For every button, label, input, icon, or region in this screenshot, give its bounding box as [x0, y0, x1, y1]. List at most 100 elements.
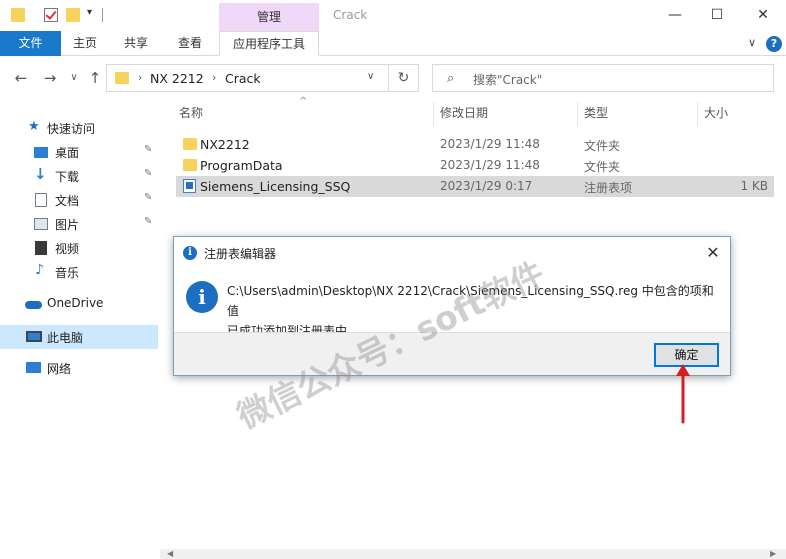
dialog-title: 注册表编辑器 — [204, 247, 277, 261]
folder-icon — [183, 159, 197, 171]
pc-icon — [26, 331, 42, 342]
address-bar[interactable]: › NX 2212 › Crack ∨ — [106, 64, 389, 92]
column-header-size[interactable]: 大小 — [704, 104, 728, 126]
annotation-arrow-icon — [676, 364, 690, 424]
pin-icon[interactable]: ✎ — [144, 144, 152, 155]
pin-icon[interactable]: ✎ — [144, 168, 152, 179]
sidebar-item-downloads[interactable]: ↓ 下载 ✎ — [0, 164, 158, 188]
tab-file[interactable]: 文件 — [0, 31, 61, 56]
folder-icon — [183, 138, 197, 150]
scroll-left-icon[interactable]: ◀ — [167, 549, 173, 558]
file-name: Siemens_Licensing_SSQ — [200, 179, 351, 194]
file-date: 2023/1/29 11:48 — [440, 137, 540, 151]
up-button[interactable]: ↑ — [86, 68, 104, 88]
maximize-button[interactable]: ☐ — [702, 4, 732, 26]
sort-ascending-icon: ^ — [299, 96, 308, 107]
forward-button[interactable]: → — [41, 68, 59, 88]
sidebar-item-documents[interactable]: 文档 ✎ — [0, 188, 158, 212]
dialog-title-bar[interactable]: i 注册表编辑器 ✕ — [174, 237, 730, 269]
file-name: ProgramData — [200, 158, 283, 173]
search-placeholder: 搜索"Crack" — [473, 73, 543, 87]
folder-icon — [115, 72, 129, 84]
sidebar-item-this-pc[interactable]: 此电脑 — [0, 325, 158, 349]
title-bar: ▾ 管理 Crack — ☐ ✕ — [0, 0, 786, 31]
file-row[interactable]: NX2212 2023/1/29 11:48 文件夹 — [176, 134, 774, 155]
sidebar-item-quick-access[interactable]: ★ 快速访问 — [0, 116, 158, 140]
sidebar-item-label: 快速访问 — [47, 122, 96, 136]
star-icon: ★ — [28, 119, 40, 134]
sidebar-item-network[interactable]: 网络 — [0, 356, 158, 380]
dialog-close-button[interactable]: ✕ — [700, 240, 726, 266]
info-icon: i — [186, 281, 218, 313]
search-icon: ⌕ — [447, 71, 455, 86]
column-header-name[interactable]: 名称 — [179, 104, 203, 126]
sidebar-item-label: 文档 — [55, 194, 80, 208]
sidebar-item-label: 视频 — [55, 242, 80, 256]
help-icon[interactable]: ? — [766, 36, 782, 52]
folder-icon[interactable] — [11, 8, 25, 22]
expand-ribbon-icon[interactable]: ∨ — [748, 36, 756, 49]
file-date: 2023/1/29 0:17 — [440, 179, 533, 193]
sidebar-item-label: 此电脑 — [47, 331, 84, 345]
new-folder-icon[interactable] — [66, 8, 80, 22]
ribbon-tabs: 文件 主页 共享 查看 应用程序工具 ∨ ? — [0, 31, 786, 56]
column-header-type[interactable]: 类型 — [584, 104, 608, 126]
tab-app-tools[interactable]: 应用程序工具 — [219, 31, 319, 56]
music-icon: ♪ — [35, 262, 44, 278]
breadcrumb-nx2212[interactable]: NX 2212 — [150, 71, 204, 86]
sidebar-item-onedrive[interactable]: OneDrive — [0, 292, 158, 316]
file-date: 2023/1/29 11:48 — [440, 158, 540, 172]
sidebar-item-label: 网络 — [47, 362, 72, 376]
recent-dropdown-icon[interactable]: ∨ — [65, 68, 83, 88]
sidebar-item-label: OneDrive — [47, 296, 104, 310]
breadcrumb-separator: › — [138, 71, 143, 84]
close-button[interactable]: ✕ — [748, 4, 778, 26]
window-title: Crack — [333, 8, 368, 22]
info-icon: i — [183, 246, 197, 260]
quick-access-dropdown-icon[interactable]: ▾ — [87, 7, 92, 18]
scroll-right-icon[interactable]: ▶ — [770, 549, 776, 558]
file-row[interactable]: Siemens_Licensing_SSQ 2023/1/29 0:17 注册表… — [176, 176, 774, 197]
tab-home[interactable]: 主页 — [73, 31, 97, 56]
sidebar-item-pictures[interactable]: 图片 ✎ — [0, 212, 158, 236]
sidebar-item-music[interactable]: ♪ 音乐 — [0, 260, 158, 284]
pin-icon[interactable]: ✎ — [144, 192, 152, 203]
breadcrumb-separator: › — [212, 71, 217, 84]
file-name: NX2212 — [200, 137, 250, 152]
sidebar-item-label: 桌面 — [55, 146, 80, 160]
tab-share[interactable]: 共享 — [124, 31, 148, 56]
pin-icon[interactable]: ✎ — [144, 216, 152, 227]
file-size: 1 KB — [740, 179, 768, 193]
breadcrumb-crack[interactable]: Crack — [225, 71, 261, 86]
sidebar-item-desktop[interactable]: 桌面 ✎ — [0, 140, 158, 164]
videos-icon — [35, 241, 47, 255]
sidebar-item-videos[interactable]: 视频 — [0, 236, 158, 260]
refresh-button[interactable]: ↻ — [389, 64, 419, 92]
sidebar-item-label: 下载 — [55, 170, 80, 184]
horizontal-scrollbar[interactable] — [160, 549, 786, 559]
tab-manage[interactable]: 管理 — [219, 3, 319, 31]
tab-view[interactable]: 查看 — [178, 31, 202, 56]
column-divider[interactable] — [577, 102, 578, 126]
desktop-icon — [34, 147, 48, 158]
download-icon: ↓ — [34, 165, 47, 183]
registry-file-icon — [183, 179, 196, 193]
file-type: 文件夹 — [584, 139, 621, 153]
pictures-icon — [34, 218, 48, 230]
search-input[interactable]: ⌕ 搜索"Crack" — [432, 64, 774, 92]
chevron-down-icon[interactable]: ∨ — [367, 71, 374, 82]
documents-icon — [35, 193, 47, 207]
column-divider[interactable] — [433, 102, 434, 126]
minimize-button[interactable]: — — [660, 4, 690, 26]
file-row[interactable]: ProgramData 2023/1/29 11:48 文件夹 — [176, 155, 774, 176]
onedrive-icon — [25, 301, 42, 309]
column-divider[interactable] — [697, 102, 698, 126]
sidebar-item-label: 图片 — [55, 218, 80, 232]
back-button[interactable]: ← — [12, 68, 30, 88]
properties-icon[interactable] — [44, 8, 58, 22]
column-header-date[interactable]: 修改日期 — [440, 104, 488, 126]
file-type: 注册表项 — [584, 181, 633, 195]
network-icon — [26, 362, 41, 373]
divider — [102, 8, 103, 22]
sidebar-item-label: 音乐 — [55, 266, 80, 280]
